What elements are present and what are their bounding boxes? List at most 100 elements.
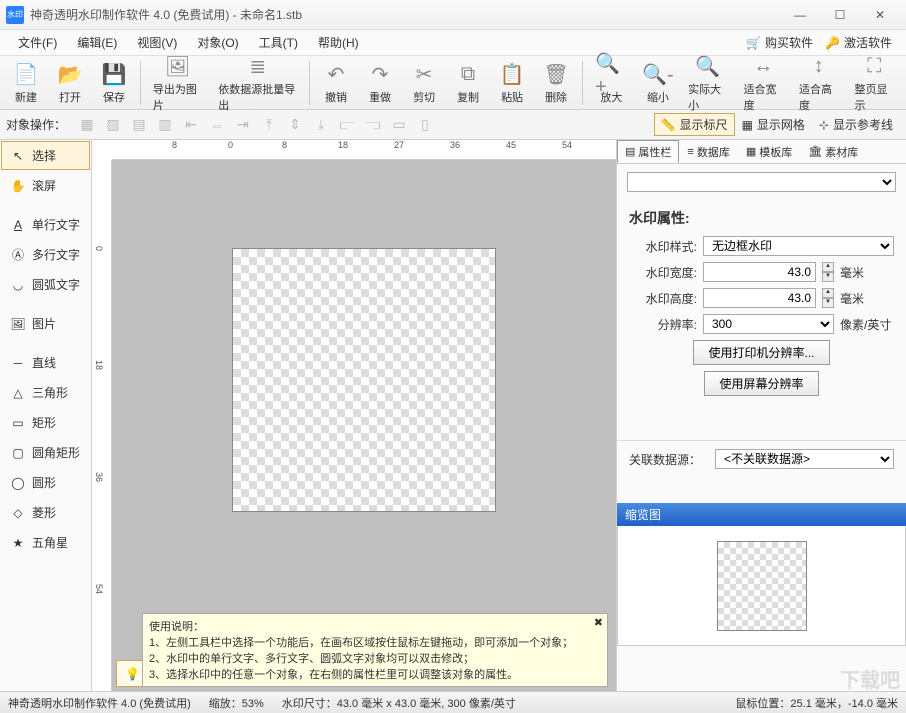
menu-help[interactable]: 帮助(H)	[308, 31, 369, 54]
tool-rrect[interactable]: ▢圆角矩形	[1, 438, 90, 467]
height-spinner[interactable]: ▲▼	[822, 288, 834, 308]
instruction-line: 1、左侧工具栏中选择一个功能后，在画布区域按住鼠标左键拖动，即可添加一个对象；	[149, 634, 601, 650]
save-icon: 💾	[102, 61, 127, 89]
minimize-button[interactable]: —	[780, 0, 820, 30]
align-center-h-icon[interactable]: ⇔	[204, 113, 230, 137]
instruction-line: 3、选择水印中的任意一个对象，在右侧的属性栏里可以调整该对象的属性。	[149, 666, 601, 682]
tab-database[interactable]: ≡数据库	[679, 140, 737, 163]
preview-thumbnail	[717, 541, 807, 631]
menu-edit[interactable]: 编辑(E)	[67, 31, 127, 54]
menu-file[interactable]: 文件(F)	[8, 31, 67, 54]
distribute-h-icon[interactable]: ⫍	[334, 113, 360, 137]
export-image-button[interactable]: 🖼导出为图片	[145, 51, 210, 115]
assoc-label: 关联数据源：	[629, 451, 709, 468]
align-center-v-icon[interactable]: ⇕	[282, 113, 308, 137]
tool-ellipse[interactable]: ◯圆形	[1, 468, 90, 497]
tab-templates[interactable]: ▦模板库	[738, 140, 800, 163]
layer-up-icon[interactable]: ▤	[126, 113, 152, 137]
redo-button[interactable]: ↷重做	[358, 59, 402, 107]
right-tabs: ▤属性栏 ≡数据库 ▦模板库 🏛素材库	[617, 140, 906, 164]
rect-icon: ▭	[10, 416, 26, 430]
tool-image[interactable]: 🖼图片	[1, 309, 90, 338]
delete-button[interactable]: 🗑删除	[534, 59, 578, 107]
maximize-button[interactable]: ☐	[820, 0, 860, 30]
bulb-icon: 💡	[125, 667, 140, 681]
tool-rect[interactable]: ▭矩形	[1, 408, 90, 437]
fit-width-button[interactable]: ↔适合宽度	[736, 51, 791, 115]
watermark-canvas[interactable]	[232, 248, 496, 512]
close-button[interactable]: ✕	[860, 0, 900, 30]
ungroup-icon[interactable]: ▯	[412, 113, 438, 137]
tool-panel: ↖选择 ✋滚屏 A单行文字 Ⓐ多行文字 ◡圆弧文字 🖼图片 ─直线 △三角形 ▭…	[0, 140, 92, 691]
instruction-close-button[interactable]: ✖	[594, 616, 603, 629]
tool-diamond[interactable]: ◇菱形	[1, 498, 90, 527]
tool-select[interactable]: ↖选择	[1, 141, 90, 170]
height-input[interactable]	[703, 288, 816, 308]
distribute-v-icon[interactable]: ⫎	[360, 113, 386, 137]
tab-resources[interactable]: 🏛素材库	[800, 140, 866, 163]
dpi-select[interactable]: 300	[703, 314, 834, 334]
layer-front-icon[interactable]: ▦	[74, 113, 100, 137]
tool-pan[interactable]: ✋滚屏	[1, 171, 90, 200]
fit-height-button[interactable]: ↕适合高度	[791, 51, 846, 115]
properties-section: 水印属性: 水印样式: 无边框水印 水印宽度: ▲▼ 毫米 水印高度: ▲▼ 毫…	[617, 200, 906, 410]
align-bottom-icon[interactable]: ⤓	[308, 113, 334, 137]
canvas-viewport[interactable]: 💡 使用说明 ✖ 使用说明： 1、左侧工具栏中选择一个功能后，在画布区域按住鼠标…	[112, 160, 616, 691]
tool-multi-text[interactable]: Ⓐ多行文字	[1, 240, 90, 269]
paste-button[interactable]: 📋粘贴	[490, 59, 534, 107]
activate-link[interactable]: 🔑激活软件	[819, 34, 898, 51]
canvas-area: 8 0 8 18 27 36 45 54 0 18 36 54 💡 使用说明	[92, 140, 616, 691]
height-label: 水印高度:	[629, 290, 697, 307]
redo-icon: ↷	[372, 61, 389, 89]
fit-height-icon: ↕	[814, 53, 824, 81]
layer-down-icon[interactable]: ▥	[152, 113, 178, 137]
toggle-grid[interactable]: ▦显示网格	[735, 113, 812, 136]
text-icon: A	[10, 218, 26, 232]
use-printer-dpi-button[interactable]: 使用打印机分辨率...	[693, 340, 829, 365]
actual-size-button[interactable]: 🔍实际大小	[680, 51, 735, 115]
width-input[interactable]	[703, 262, 816, 282]
new-button[interactable]: 📄新建	[4, 59, 48, 107]
status-app: 神奇透明水印制作软件 4.0 (免费试用)	[8, 695, 191, 711]
toggle-ruler[interactable]: 📏显示标尺	[654, 113, 735, 136]
style-select[interactable]: 无边框水印	[703, 236, 894, 256]
tool-single-text[interactable]: A单行文字	[1, 210, 90, 239]
batch-export-button[interactable]: ≣依数据源批量导出	[210, 51, 305, 115]
full-page-button[interactable]: ⛶整页显示	[847, 51, 902, 115]
buy-link[interactable]: 🛒购买软件	[740, 34, 819, 51]
cut-button[interactable]: ✂剪切	[402, 59, 446, 107]
toggle-guides[interactable]: ⊹显示参考线	[812, 113, 900, 136]
zoom-in-button[interactable]: 🔍+放大	[587, 59, 636, 107]
tpl-icon: ▦	[746, 145, 756, 158]
tool-line[interactable]: ─直线	[1, 348, 90, 377]
multitext-icon: Ⓐ	[10, 246, 26, 263]
dpi-unit: 像素/英寸	[840, 316, 894, 333]
status-bar: 神奇透明水印制作软件 4.0 (免费试用) 缩放：53% 水印尺寸：43.0 毫…	[0, 691, 906, 713]
undo-button[interactable]: ↶撤销	[314, 59, 358, 107]
assoc-select[interactable]: <不关联数据源>	[715, 449, 894, 469]
zoom-in-icon: 🔍+	[595, 61, 628, 89]
tool-star[interactable]: ★五角星	[1, 528, 90, 557]
props-title: 水印属性:	[629, 208, 894, 228]
main-toolbar: 📄新建 📂打开 💾保存 🖼导出为图片 ≣依数据源批量导出 ↶撤销 ↷重做 ✂剪切…	[0, 56, 906, 110]
cursor-icon: ↖	[10, 149, 26, 163]
triangle-icon: △	[10, 386, 26, 400]
tab-properties[interactable]: ▤属性栏	[617, 140, 679, 163]
copy-icon: ⧉	[461, 61, 475, 89]
use-screen-dpi-button[interactable]: 使用屏幕分辨率	[704, 371, 818, 396]
tool-arc-text[interactable]: ◡圆弧文字	[1, 270, 90, 299]
object-combo[interactable]	[627, 172, 896, 192]
align-top-icon[interactable]: ⤒	[256, 113, 282, 137]
db-icon: ≡	[687, 146, 693, 158]
align-left-icon[interactable]: ⇤	[178, 113, 204, 137]
save-button[interactable]: 💾保存	[92, 59, 136, 107]
image-icon: 🖼	[10, 317, 26, 331]
width-spinner[interactable]: ▲▼	[822, 262, 834, 282]
zoom-out-button[interactable]: 🔍-缩小	[636, 59, 680, 107]
group-icon[interactable]: ▭	[386, 113, 412, 137]
layer-back-icon[interactable]: ▧	[100, 113, 126, 137]
copy-button[interactable]: ⧉复制	[446, 59, 490, 107]
align-right-icon[interactable]: ⇥	[230, 113, 256, 137]
tool-triangle[interactable]: △三角形	[1, 378, 90, 407]
open-button[interactable]: 📂打开	[48, 59, 92, 107]
